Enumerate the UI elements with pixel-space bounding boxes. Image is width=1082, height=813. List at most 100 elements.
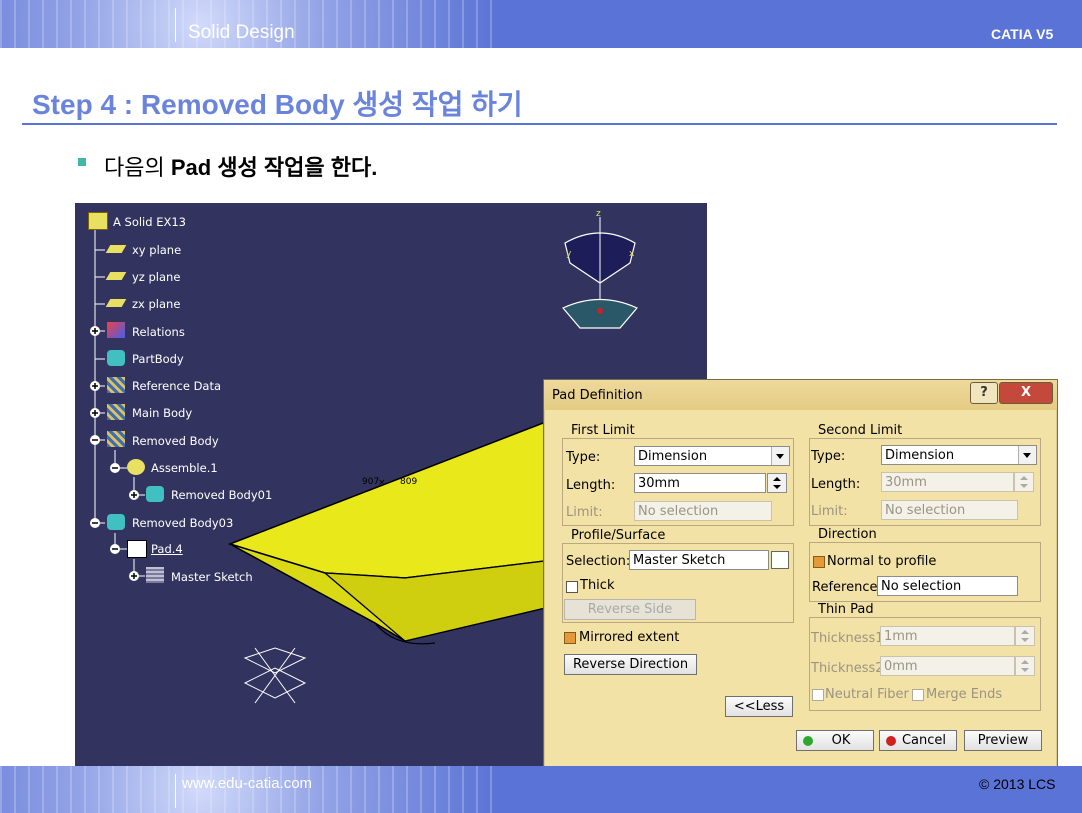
neutral-fiber-checkbox[interactable] [812, 689, 824, 701]
selection-label: Selection: [566, 554, 631, 569]
title-divider [22, 123, 1057, 125]
ok-button[interactable]: OK [796, 730, 874, 751]
chevron-down-icon[interactable] [1018, 446, 1036, 464]
less-button[interactable]: <<Less [725, 696, 793, 717]
tree-item-yz-plane[interactable]: yz plane [132, 270, 180, 284]
thickness2-spinner[interactable] [1015, 656, 1035, 676]
spin-down-icon [1021, 638, 1029, 642]
website-link[interactable]: www.edu-catia.com [182, 775, 312, 792]
spin-down-icon [773, 485, 781, 489]
sketch-edit-icon[interactable] [771, 551, 789, 569]
body-icon [146, 486, 164, 502]
tree-item-reference-data[interactable]: Reference Data [132, 379, 221, 393]
cancel-label: Cancel [901, 733, 947, 748]
axis-system-icon [243, 647, 307, 704]
reference-field[interactable]: No selection [877, 576, 1018, 596]
dialog-title: Pad Definition [552, 388, 643, 403]
tree-item-removed-body01[interactable]: Removed Body01 [171, 488, 272, 502]
first-limit-label: First Limit [569, 423, 637, 438]
reference-label: Reference: [812, 580, 882, 595]
tree-item-pad[interactable]: Pad.4 [151, 542, 183, 556]
brand-label: CATIA V5 [991, 26, 1054, 42]
first-length-label: Length: [566, 478, 616, 493]
tree-item-relations[interactable]: Relations [132, 325, 185, 339]
mirrored-extent-label: Mirrored extent [579, 630, 680, 645]
cancel-button[interactable]: Cancel [879, 730, 957, 751]
normal-to-profile-label: Normal to profile [827, 554, 937, 569]
first-limit-field[interactable]: No selection [634, 501, 772, 521]
bullet-post: 생성 작업을 한다. [211, 155, 378, 180]
ok-icon [803, 736, 813, 746]
profile-selection-field[interactable]: Master Sketch [629, 550, 769, 570]
chevron-down-icon[interactable] [771, 447, 789, 465]
bullet-text: 다음의 Pad 생성 작업을 한다. [104, 150, 377, 182]
axis-z-label: z [596, 209, 601, 219]
first-length-input[interactable]: 30mm [634, 473, 766, 493]
second-type-label: Type: [811, 449, 846, 464]
tree-root[interactable]: A Solid EX13 [113, 215, 186, 229]
close-button[interactable]: X [999, 382, 1053, 404]
geometrical-set-icon [107, 377, 125, 393]
slide-footer: www.edu-catia.com © 2013 LCS [0, 766, 1082, 813]
dialog-titlebar[interactable]: Pad Definition ? X [544, 380, 1057, 410]
spin-down-icon [1020, 484, 1028, 488]
cursor-coord-y: 809 [400, 477, 418, 487]
tree-item-zx-plane[interactable]: zx plane [132, 297, 180, 311]
partbody-icon [107, 350, 125, 366]
sketch-icon [146, 567, 164, 583]
footer-separator [175, 774, 176, 808]
cancel-icon [886, 736, 896, 746]
second-length-label: Length: [811, 477, 861, 492]
first-limit-label-text: Limit: [566, 505, 603, 520]
mirrored-extent-checkbox[interactable] [564, 632, 576, 644]
copyright-label: © 2013 LCS [979, 776, 1056, 792]
preview-button[interactable]: Preview [964, 730, 1042, 751]
first-length-spinner[interactable] [767, 473, 787, 493]
tree-item-main-body[interactable]: Main Body [132, 406, 192, 420]
spin-up-icon [1021, 630, 1029, 634]
compass-icon [562, 217, 638, 329]
reverse-direction-button[interactable]: Reverse Direction [564, 654, 697, 675]
pad-icon [127, 540, 147, 558]
first-type-value: Dimension [638, 449, 708, 464]
tree-item-removed-body[interactable]: Removed Body [132, 434, 219, 448]
thickness2-input[interactable]: 0mm [880, 656, 1015, 676]
first-type-label: Type: [566, 450, 601, 465]
first-type-select[interactable]: Dimension [634, 446, 790, 466]
tree-item-xy-plane[interactable]: xy plane [132, 243, 181, 257]
slide-title: Step 4 : Removed Body 생성 작업 하기 [32, 89, 523, 120]
second-limit-field[interactable]: No selection [881, 500, 1018, 520]
second-limit-label: Second Limit [816, 423, 905, 438]
pad-definition-dialog: Pad Definition ? X First Limit Type: Dim… [543, 379, 1058, 768]
spin-up-icon [1020, 476, 1028, 480]
second-limit-label-text: Limit: [811, 504, 848, 519]
reverse-side-button[interactable]: Reverse Side [564, 599, 696, 620]
second-type-select[interactable]: Dimension [881, 445, 1037, 465]
axis-x-label: x [629, 249, 635, 259]
merge-ends-checkbox[interactable] [912, 689, 924, 701]
neutral-fiber-label: Neutral Fiber [825, 687, 909, 702]
second-length-spinner[interactable] [1014, 472, 1034, 492]
normal-to-profile-checkbox[interactable] [813, 556, 825, 568]
part-icon [88, 212, 108, 230]
thick-checkbox[interactable] [566, 581, 578, 593]
tree-item-master-sketch[interactable]: Master Sketch [171, 570, 253, 584]
merge-ends-label: Merge Ends [926, 687, 1003, 702]
tree-item-partbody[interactable]: PartBody [132, 352, 184, 366]
second-length-input[interactable]: 30mm [881, 472, 1014, 492]
body-icon [107, 514, 125, 530]
bullet-marker [78, 158, 86, 166]
cursor-coord-x: 907 [362, 477, 380, 487]
tree-item-removed-body03[interactable]: Removed Body03 [132, 516, 233, 530]
thickness1-label: Thickness1: [811, 631, 888, 646]
thick-label: Thick [580, 578, 615, 593]
help-button[interactable]: ? [970, 382, 998, 404]
axis-y-label: y [566, 249, 572, 259]
geometrical-set-icon [107, 431, 125, 447]
tree-item-assemble[interactable]: Assemble.1 [151, 461, 218, 475]
second-type-value: Dimension [885, 448, 955, 463]
thickness1-input[interactable]: 1mm [880, 626, 1015, 646]
thickness1-spinner[interactable] [1015, 626, 1035, 646]
spin-down-icon [1021, 668, 1029, 672]
geometrical-set-icon [107, 404, 125, 420]
